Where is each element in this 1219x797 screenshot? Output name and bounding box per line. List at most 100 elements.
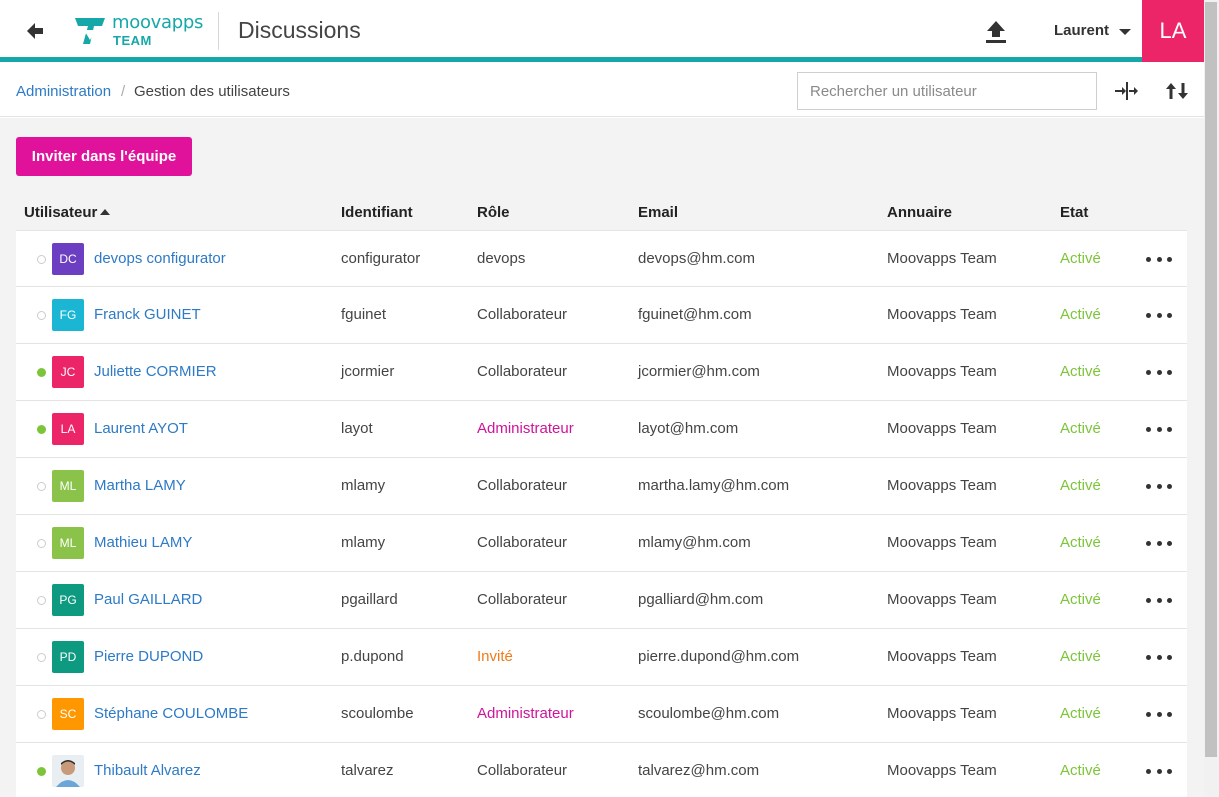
avatar[interactable]: PG [52, 584, 84, 616]
avatar[interactable]: ML [52, 527, 84, 559]
more-actions-icon[interactable] [1146, 534, 1172, 552]
back-arrow-icon[interactable] [26, 20, 46, 42]
presence-status-dot [37, 311, 46, 320]
user-email: martha.lamy@hm.com [638, 477, 790, 494]
presence-status-dot [37, 653, 46, 662]
avatar[interactable]: FG [52, 299, 84, 331]
upload-icon[interactable] [983, 19, 1009, 45]
avatar-initials: JC [60, 365, 76, 379]
user-avatar[interactable]: LA [1142, 0, 1204, 62]
avatar[interactable]: DC [52, 243, 84, 275]
presence-status-dot [37, 539, 46, 548]
user-name-link[interactable]: Mathieu LAMY [94, 534, 192, 551]
avatar[interactable]: LA [52, 413, 84, 445]
column-header-email[interactable]: Email [638, 204, 678, 221]
user-name-link[interactable]: Pierre DUPOND [94, 648, 203, 665]
column-header-role[interactable]: Rôle [477, 204, 510, 221]
user-role: Invité [477, 648, 513, 665]
user-role: devops [477, 250, 526, 267]
more-actions-icon[interactable] [1146, 648, 1172, 666]
table-row[interactable]: PG Paul GAILLARD pgaillard Collaborateur pga… [16, 572, 1187, 629]
user-name-link[interactable]: Martha LAMY [94, 477, 186, 494]
more-dot [1167, 768, 1172, 774]
more-actions-icon[interactable] [1146, 306, 1172, 324]
table-row[interactable]: JC Juliette CORMIER jcormier Collaborateur j… [16, 344, 1187, 401]
chevron-down-icon[interactable] [1119, 29, 1131, 35]
table-row[interactable]: Thibault Alvarez talvarez Collaborateur tal… [16, 743, 1187, 797]
more-dot [1167, 312, 1172, 318]
avatar[interactable]: PD [52, 641, 84, 673]
user-state: Activé [1060, 250, 1101, 267]
user-annuaire: Moovapps Team [887, 477, 997, 494]
more-dot [1146, 768, 1151, 774]
user-name-link[interactable]: Laurent AYOT [94, 420, 188, 437]
more-dot [1156, 540, 1162, 546]
user-role: Collaborateur [477, 477, 568, 494]
presence-status-dot [37, 425, 46, 434]
column-header-annuaire[interactable]: Annuaire [887, 204, 952, 221]
presence-status-dot [37, 482, 46, 491]
more-dot [1167, 369, 1172, 375]
more-dot [1146, 654, 1151, 660]
user-menu[interactable]: Laurent [1054, 22, 1109, 39]
more-actions-icon[interactable] [1146, 250, 1172, 268]
user-name-link[interactable]: Franck GUINET [94, 306, 201, 323]
table-row[interactable]: FG Franck GUINET fguinet Collaborateur fguin… [16, 287, 1187, 344]
invite-button[interactable]: Inviter dans l'équipe [16, 137, 192, 176]
presence-status-dot [37, 368, 46, 377]
user-annuaire: Moovapps Team [887, 591, 997, 608]
user-state: Activé [1060, 477, 1101, 494]
more-actions-icon[interactable] [1146, 705, 1172, 723]
more-dot [1146, 256, 1151, 262]
user-name-link[interactable]: Juliette CORMIER [94, 363, 217, 380]
user-email: pierre.dupond@hm.com [638, 648, 800, 665]
user-email: devops@hm.com [638, 250, 755, 267]
table-row[interactable]: PD Pierre DUPOND p.dupond Invité pierre.dupo… [16, 629, 1187, 686]
avatar-initials: SC [59, 707, 77, 721]
table-row[interactable]: ML Martha LAMY mlamy Collaborateur martha.la… [16, 458, 1187, 515]
user-name-link[interactable]: Thibault Alvarez [94, 762, 201, 779]
toolbar: Administration / Gestion des utilisateur… [0, 67, 1204, 117]
table-row[interactable]: LA Laurent AYOT layot Administrateur layot@h… [16, 401, 1187, 458]
more-actions-icon[interactable] [1146, 591, 1172, 609]
more-dot [1156, 256, 1162, 262]
main-content: Inviter dans l'équipe Utilisateur Identi… [0, 118, 1204, 797]
breadcrumb-current: Gestion des utilisateurs [134, 83, 290, 100]
avatar[interactable]: JC [52, 356, 84, 388]
column-header-utilisateur[interactable]: Utilisateur [24, 204, 111, 221]
more-dot [1146, 369, 1151, 375]
scrollbar-thumb[interactable] [1205, 2, 1217, 757]
user-name-link[interactable]: devops configurator [94, 250, 226, 267]
user-email: layot@hm.com [638, 420, 739, 437]
presence-status-dot [37, 255, 46, 264]
more-dot [1167, 654, 1172, 660]
user-role: Administrateur [477, 420, 574, 437]
user-email: pgalliard@hm.com [638, 591, 764, 608]
avatar[interactable]: SC [52, 698, 84, 730]
column-header-etat[interactable]: Etat [1060, 204, 1088, 221]
more-actions-icon[interactable] [1146, 420, 1172, 438]
search-input[interactable] [797, 72, 1097, 110]
user-role: Administrateur [477, 705, 574, 722]
avatar[interactable]: ML [52, 470, 84, 502]
user-name-link[interactable]: Paul GAILLARD [94, 591, 202, 608]
user-email: mlamy@hm.com [638, 534, 751, 551]
logo-text: moovapps [112, 12, 204, 33]
more-actions-icon[interactable] [1146, 762, 1172, 780]
user-state: Activé [1060, 534, 1101, 551]
user-email: jcormier@hm.com [638, 363, 760, 380]
more-dot [1167, 540, 1172, 546]
column-header-identifiant[interactable]: Identifiant [341, 204, 413, 221]
collapse-columns-icon[interactable] [1114, 80, 1140, 102]
avatar[interactable] [52, 755, 84, 787]
table-row[interactable]: SC Stéphane COULOMBE scoulombe Administrate… [16, 686, 1187, 743]
more-actions-icon[interactable] [1146, 363, 1172, 381]
user-state: Activé [1060, 363, 1101, 380]
user-name-link[interactable]: Stéphane COULOMBE [94, 705, 248, 722]
table-row[interactable]: ML Mathieu LAMY mlamy Collaborateur mlamy@hm… [16, 515, 1187, 572]
breadcrumb-administration[interactable]: Administration [16, 83, 111, 100]
sort-icon[interactable] [1164, 80, 1190, 102]
more-actions-icon[interactable] [1146, 477, 1172, 495]
table-row[interactable]: DC devops configurator configurator devops d… [16, 230, 1187, 287]
user-role: Collaborateur [477, 591, 568, 608]
